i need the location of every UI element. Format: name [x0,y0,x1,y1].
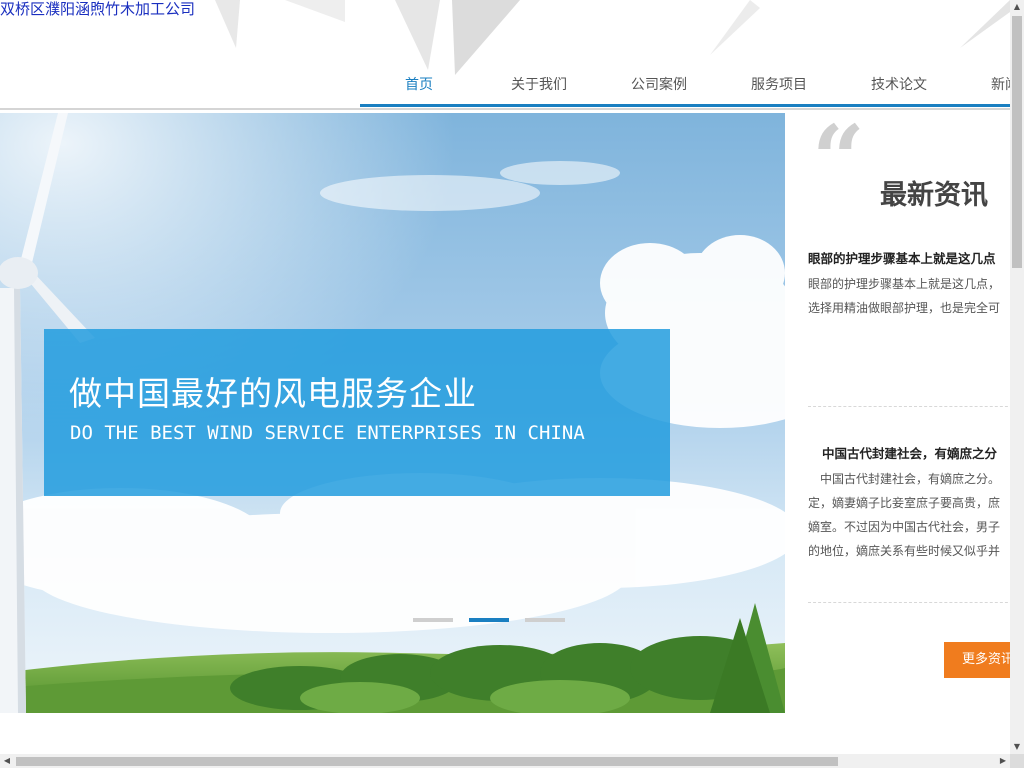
slide-indicator-2[interactable] [469,618,509,622]
excerpt-line: 的地位，嫡庶关系有些时候又似乎并 [808,544,1001,558]
hero-banner[interactable]: 做中国最好的风电服务企业 DO THE BEST WIND SERVICE EN… [0,113,785,713]
nav-cases[interactable]: 公司案例 [631,74,687,94]
slide-indicator-3[interactable] [525,618,565,622]
news-item-excerpt: 中国古代封建社会，有嫡庶之分。 定，嫡妻嫡子比妾室庶子要高贵，庶 嫡室。不过因为… [808,467,1010,563]
news-item-title[interactable]: 中国古代封建社会，有嫡庶之分 [822,443,997,462]
quote-icon: “ [812,113,865,213]
horizontal-scrollbar[interactable]: ◀ ▶ [0,754,1010,768]
scroll-up-icon[interactable]: ▲ [1010,0,1024,14]
site-header: 双桥区濮阳涵煦竹木加工公司 首页 关于我们 公司案例 服务项目 技术论文 新闻 [0,0,1010,110]
slide-indicator-1[interactable] [413,618,453,622]
excerpt-line: 中国古代封建社会，有嫡庶之分。 [820,472,1001,486]
nav-services[interactable]: 服务项目 [751,74,807,94]
main-nav: 首页 关于我们 公司案例 服务项目 技术论文 新闻 [360,62,1010,108]
more-news-button[interactable]: 更多资讯 [944,642,1010,678]
header-divider [0,108,1010,110]
nav-news[interactable]: 新闻 [991,74,1010,94]
vertical-scrollbar[interactable]: ▲ ▼ [1010,0,1024,754]
banner-subtitle: DO THE BEST WIND SERVICE ENTERPRISES IN … [70,422,585,444]
excerpt-line: 选择用精油做眼部护理，也是完全可 [808,301,1001,315]
site-title[interactable]: 双桥区濮阳涵煦竹木加工公司 [0,0,195,18]
banner-caption: 做中国最好的风电服务企业 DO THE BEST WIND SERVICE EN… [44,329,670,496]
vertical-scroll-thumb[interactable] [1012,16,1022,268]
banner-title: 做中国最好的风电服务企业 [69,374,477,413]
scroll-down-icon[interactable]: ▼ [1010,740,1024,754]
scroll-left-icon[interactable]: ◀ [0,754,14,768]
news-item-excerpt: 眼部的护理步骤基本上就是这几点， 选择用精油做眼部护理，也是完全可 [808,272,1010,320]
news-item-title[interactable]: 眼部的护理步骤基本上就是这几点 [808,248,996,267]
nav-underline [360,104,1010,107]
nav-papers[interactable]: 技术论文 [871,74,927,94]
excerpt-line: 眼部的护理步骤基本上就是这几点， [808,277,1001,291]
nav-about[interactable]: 关于我们 [511,74,567,94]
nav-home[interactable]: 首页 [405,74,433,94]
news-panel: “ 最新资讯 眼部的护理步骤基本上就是这几点 眼部的护理步骤基本上就是这几点， … [786,113,1010,713]
scroll-right-icon[interactable]: ▶ [996,754,1010,768]
news-heading: 最新资讯 [880,180,988,211]
news-divider [808,602,1010,603]
excerpt-line: 定，嫡妻嫡子比妾室庶子要高贵，庶 [808,496,1001,510]
excerpt-line: 嫡室。不过因为中国古代社会，男子 [808,520,1001,534]
scrollbar-corner [1010,754,1024,768]
horizontal-scroll-thumb[interactable] [16,757,838,766]
news-divider [808,406,1010,407]
